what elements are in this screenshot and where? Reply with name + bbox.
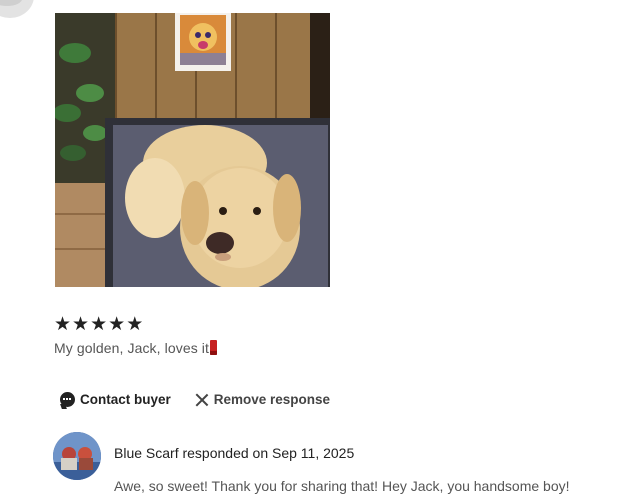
shop-avatar-image [53,432,101,480]
star-icon: ★ [126,314,144,335]
remove-response-label: Remove response [213,392,331,407]
double-exclamation-icon [210,340,218,355]
previous-reviewer-avatar [0,0,34,18]
contact-buyer-button[interactable]: Contact buyer [60,392,171,407]
review-text: My golden, Jack, loves it [54,340,218,356]
star-icon: ★ [72,314,90,335]
chat-bubble-icon [60,392,75,407]
contact-buyer-label: Contact buyer [80,392,171,407]
close-icon [195,393,209,407]
golden-retriever-image [55,13,330,287]
shop-avatar[interactable] [53,432,101,480]
responder-line: Blue Scarf responded on Sep 11, 2025 [114,445,355,461]
review-photo[interactable] [55,13,330,287]
response-text: Awe, so sweet! Thank you for sharing tha… [114,478,570,494]
remove-response-button[interactable]: Remove response [195,392,330,407]
rating-stars: ★ ★ ★ ★ ★ [54,315,143,335]
star-icon: ★ [54,314,72,335]
review-text-content: My golden, Jack, loves it [54,340,210,356]
star-icon: ★ [108,314,126,335]
star-icon: ★ [90,314,108,335]
review-actions: Contact buyer Remove response [60,392,330,407]
